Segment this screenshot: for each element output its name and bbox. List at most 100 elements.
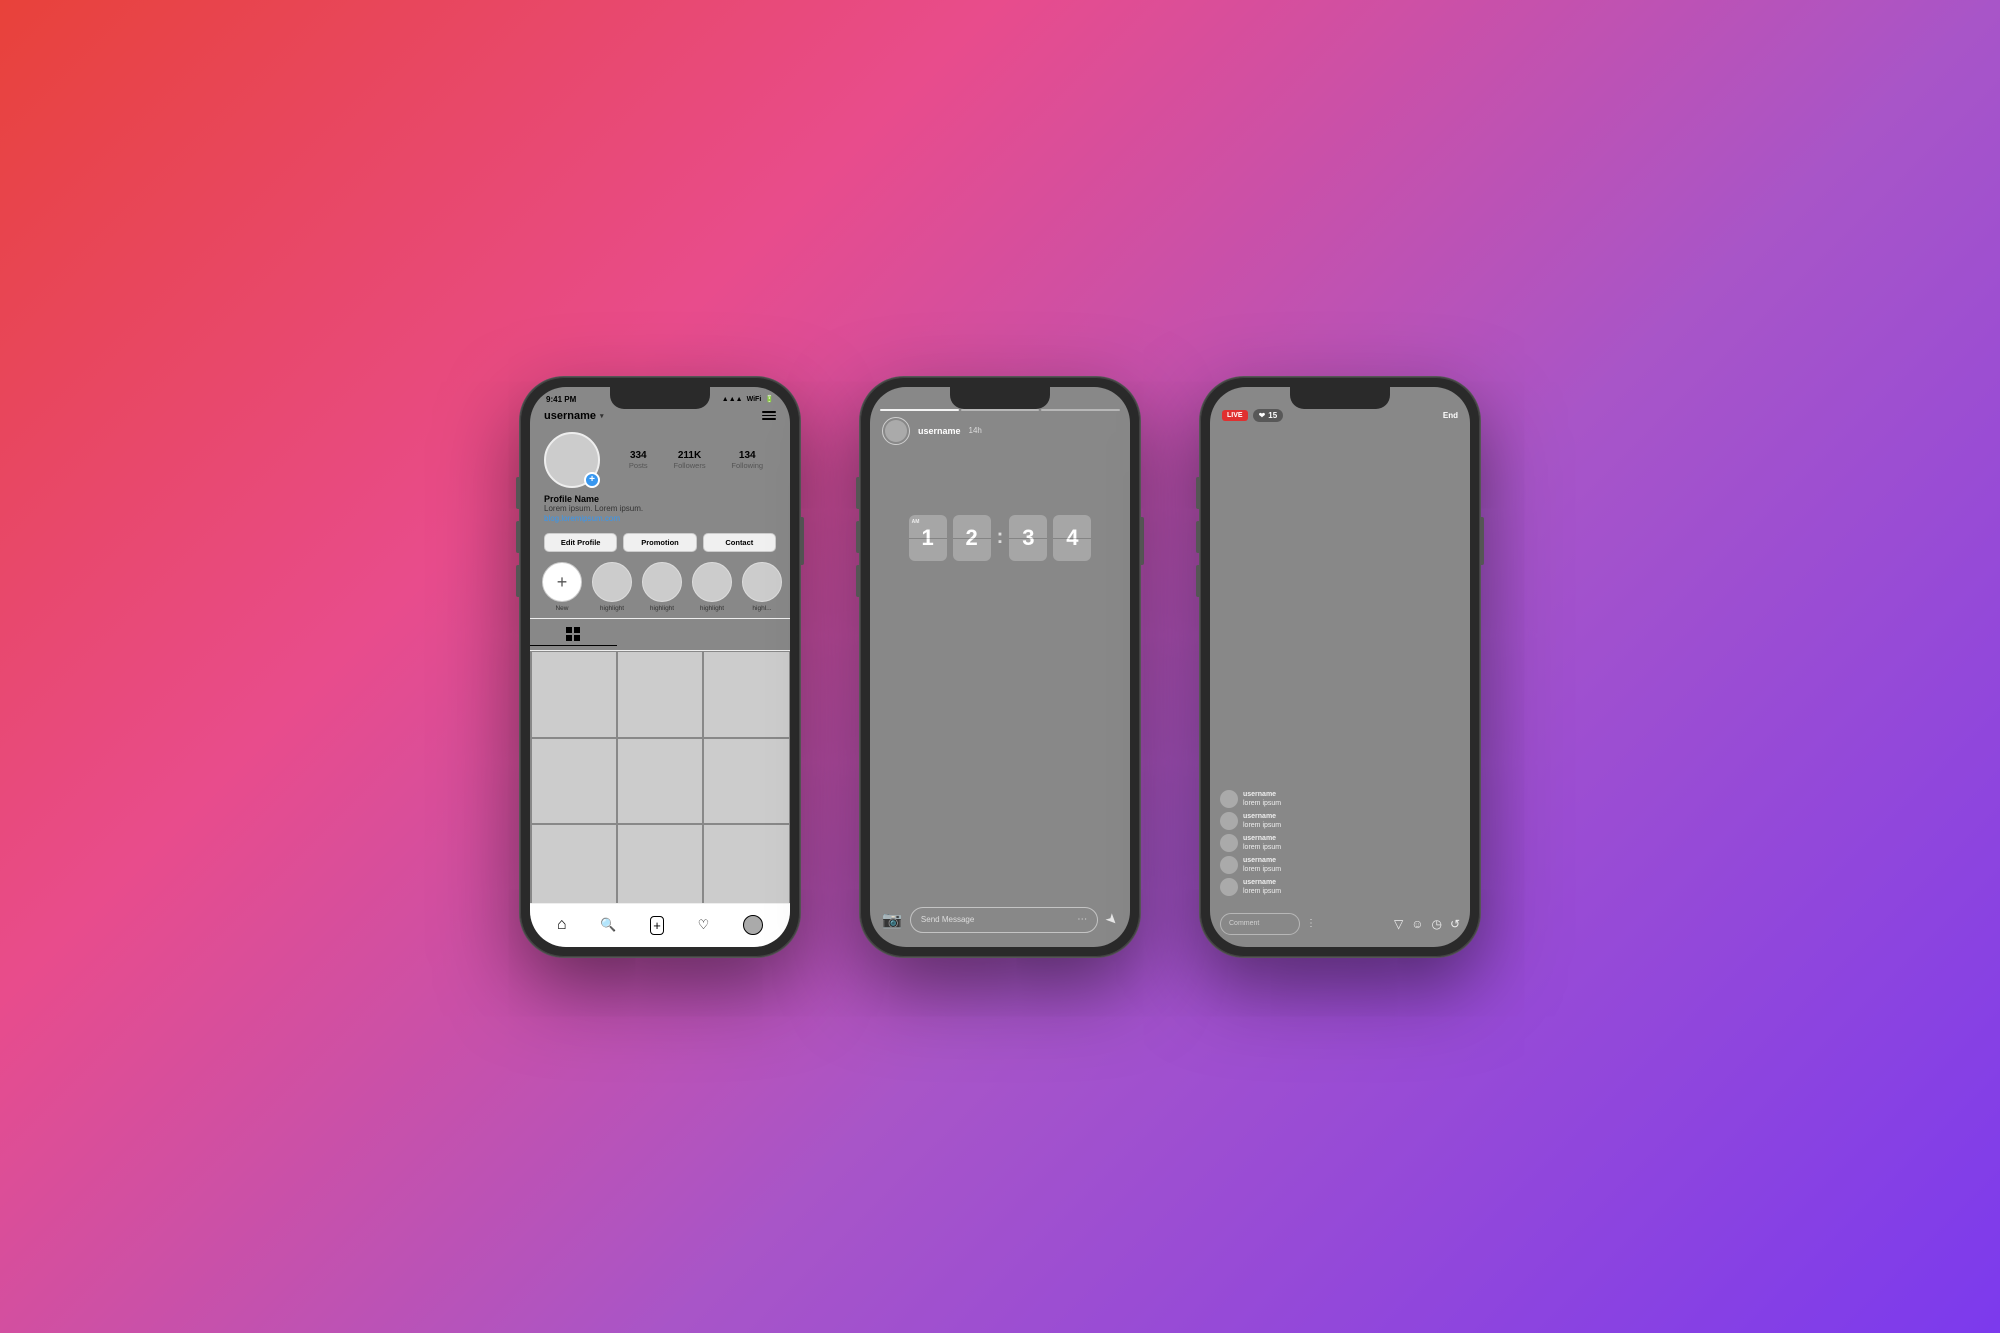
tab-grid[interactable] — [530, 623, 617, 646]
clock-hour-1: AM 1 — [909, 515, 947, 561]
clock-minute-2: 4 — [1053, 515, 1091, 561]
bottom-navigation: ⌂ 🔍 + ♡ — [530, 903, 790, 947]
grid-item-4[interactable] — [532, 739, 617, 824]
story-time: 14h — [969, 426, 982, 435]
comment-text-1: username lorem ipsum — [1243, 790, 1281, 808]
grid-item-7[interactable] — [532, 825, 617, 910]
filter-icon[interactable]: ▽ — [1394, 917, 1403, 931]
clock-minute-1: 3 — [1009, 515, 1047, 561]
comment-2: username lorem ipsum — [1220, 812, 1460, 830]
comment-5: username lorem ipsum — [1220, 878, 1460, 896]
profile-name: Profile Name — [544, 494, 776, 504]
comment-text-5: username lorem ipsum — [1243, 878, 1281, 896]
notch-1 — [610, 387, 710, 409]
viewer-count-badge: ❤ 15 — [1253, 409, 1284, 422]
camera-icon[interactable]: 📷 — [882, 910, 902, 930]
add-story-button[interactable]: + — [584, 472, 600, 488]
flip-camera-icon[interactable]: ↺ — [1450, 917, 1460, 931]
grid-item-3[interactable] — [704, 652, 789, 737]
tab-list[interactable] — [617, 623, 704, 646]
promotion-button[interactable]: Promotion — [623, 533, 696, 552]
signal-icon: ▲▲▲ — [722, 396, 743, 403]
comment-1: username lorem ipsum — [1220, 790, 1460, 808]
grid-item-9[interactable] — [704, 825, 789, 910]
following-label: Following — [731, 461, 763, 470]
story-progress-bars — [880, 409, 1120, 411]
grid-item-2[interactable] — [618, 652, 703, 737]
posts-count: 334 — [629, 450, 648, 461]
username-area[interactable]: username ▾ — [544, 410, 604, 422]
highlight-4[interactable]: highl... — [742, 562, 782, 612]
followers-stat: 211K Followers — [673, 450, 705, 470]
notch-3 — [1290, 387, 1390, 409]
send-message-box[interactable]: Send Message ⋯ — [910, 907, 1098, 933]
timer-icon[interactable]: ◷ — [1431, 917, 1441, 931]
live-heart-icon: ❤ — [1259, 411, 1266, 420]
comment-4: username lorem ipsum — [1220, 856, 1460, 874]
end-live-button[interactable]: End — [1443, 411, 1458, 420]
highlight-circle-3 — [692, 562, 732, 602]
username-text: username — [544, 410, 596, 422]
commenter-username-5: username — [1243, 878, 1281, 887]
comment-input[interactable]: Comment — [1220, 913, 1300, 935]
clock-hour-2: 2 — [953, 515, 991, 561]
send-message-placeholder: Send Message — [921, 915, 974, 924]
notch-2 — [950, 387, 1050, 409]
commenter-username-3: username — [1243, 834, 1281, 843]
chevron-down-icon: ▾ — [600, 412, 604, 420]
progress-bar-1 — [880, 409, 959, 411]
story-clock-area: AM 1 2 : 3 4 — [870, 515, 1130, 561]
highlight-1[interactable]: highlight — [592, 562, 632, 612]
battery-icon: 🔋 — [765, 395, 774, 403]
action-buttons: Edit Profile Promotion Contact — [530, 529, 790, 558]
grid-item-6[interactable] — [704, 739, 789, 824]
tag-icon — [740, 627, 754, 641]
highlight-2[interactable]: highlight — [642, 562, 682, 612]
wifi-icon: WiFi — [747, 396, 762, 403]
grid-item-5[interactable] — [618, 739, 703, 824]
comment-text-3: username lorem ipsum — [1243, 834, 1281, 852]
avatar-wrapper: + — [544, 432, 600, 488]
highlight-3[interactable]: highlight — [692, 562, 732, 612]
highlight-label-2: highlight — [650, 605, 674, 612]
face-effect-icon[interactable]: ☺ — [1411, 917, 1423, 931]
home-icon[interactable]: ⌂ — [557, 916, 567, 934]
highlight-label-4: highl... — [752, 605, 771, 612]
commenter-avatar-5 — [1220, 878, 1238, 896]
comment-text-4: username lorem ipsum — [1243, 856, 1281, 874]
phone-live: LIVE ❤ 15 End username lorem ipsum us — [1200, 377, 1480, 957]
plus-icon: + — [557, 573, 568, 591]
story-avatar — [885, 420, 907, 442]
photo-grid — [530, 651, 790, 911]
profile-nav-avatar[interactable] — [743, 915, 763, 935]
story-clock: AM 1 2 : 3 4 — [909, 515, 1092, 561]
edit-profile-button[interactable]: Edit Profile — [544, 533, 617, 552]
grid-item-8[interactable] — [618, 825, 703, 910]
live-comments: username lorem ipsum username lorem ipsu… — [1220, 790, 1460, 897]
highlight-circle-1 — [592, 562, 632, 602]
following-count: 134 — [731, 450, 763, 461]
phone-story: username 14h AM 1 2 : 3 4 📷 Send Message… — [860, 377, 1140, 957]
story-bottom-bar: 📷 Send Message ⋯ ➤ — [870, 897, 1130, 947]
posts-label: Posts — [629, 461, 648, 470]
more-options-icon[interactable]: ⋮ — [1306, 918, 1316, 929]
status-time: 9:41 PM — [546, 395, 576, 404]
add-post-icon[interactable]: + — [650, 916, 664, 935]
grid-icon — [566, 627, 580, 641]
tab-tagged[interactable] — [703, 623, 790, 646]
clock-separator: : — [997, 526, 1004, 549]
story-highlights: + New highlight highlight highlight high… — [530, 558, 790, 618]
contact-button[interactable]: Contact — [703, 533, 776, 552]
comment-input-placeholder: Comment — [1229, 920, 1259, 927]
commenter-username-4: username — [1243, 856, 1281, 865]
live-badge: LIVE — [1222, 410, 1248, 421]
new-highlight[interactable]: + New — [542, 562, 582, 612]
hamburger-menu-icon[interactable] — [762, 411, 776, 420]
highlight-label-3: highlight — [700, 605, 724, 612]
progress-bar-3 — [1041, 409, 1120, 411]
profile-link[interactable]: blog.loremipsum.com — [544, 514, 776, 523]
grid-item-1[interactable] — [532, 652, 617, 737]
search-icon[interactable]: 🔍 — [600, 917, 616, 933]
heart-icon[interactable]: ♡ — [698, 917, 710, 933]
send-icon[interactable]: ➤ — [1102, 909, 1122, 929]
